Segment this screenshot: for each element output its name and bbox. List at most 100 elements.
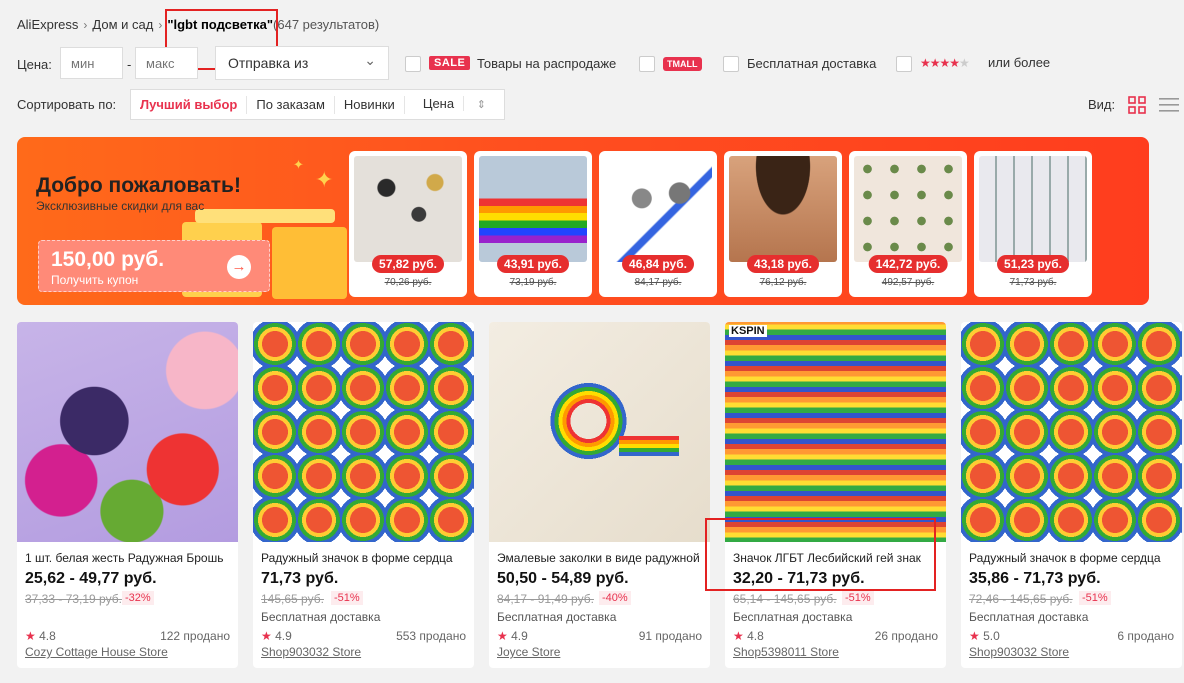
chevron-right-icon: › bbox=[83, 17, 88, 32]
list-view-icon[interactable] bbox=[1159, 96, 1179, 114]
discount-badge: -51% bbox=[331, 591, 363, 605]
product-title[interactable]: Радужный значок в форме сердца bbox=[261, 551, 467, 565]
store-link[interactable]: Joyce Store bbox=[497, 645, 560, 659]
product-price: 71,73 руб. bbox=[261, 570, 339, 587]
sort-orders[interactable]: По заказам bbox=[247, 95, 335, 114]
sparkle-icon: ✦ bbox=[315, 167, 334, 192]
product-image bbox=[253, 322, 474, 542]
product-card[interactable]: Радужный значок в форме сердца 35,86 - 7… bbox=[961, 322, 1182, 668]
product-price: 35,86 - 71,73 руб. bbox=[969, 570, 1101, 587]
sold-count: 6 продано bbox=[1117, 629, 1174, 643]
shipping-info: Бесплатная доставка bbox=[969, 610, 1089, 624]
product-rating: ★ 4.9 bbox=[497, 629, 528, 643]
breadcrumb: AliExpress › Дом и сад › "lgbt подсветка… bbox=[17, 17, 379, 32]
discount-badge: -51% bbox=[1079, 591, 1111, 605]
store-link[interactable]: Shop903032 Store bbox=[969, 645, 1069, 659]
star-icon: ★ bbox=[261, 629, 272, 643]
ship-from-select[interactable]: Отправка из ⌄ bbox=[215, 46, 389, 80]
product-image bbox=[479, 156, 587, 262]
discount-badge: -32% bbox=[122, 591, 154, 605]
product-card[interactable]: Эмалевые заколки в виде радужной 50,50 -… bbox=[489, 322, 710, 668]
product-old-price: 37,33 - 73,19 руб. bbox=[25, 592, 122, 606]
price-min-input[interactable] bbox=[60, 47, 123, 79]
product-card[interactable]: KSPIN Значок ЛГБТ Лесбийский гей знак 32… bbox=[725, 322, 946, 668]
sold-count: 553 продано bbox=[396, 629, 466, 643]
sort-best-match[interactable]: Лучший выбор bbox=[131, 95, 248, 114]
coupon-button[interactable]: 150,00 руб. Получить купон → bbox=[38, 240, 270, 292]
banner-product-card[interactable]: 43,91 руб. 73,19 руб. bbox=[474, 151, 592, 297]
sort-price[interactable]: Цена ⇕ bbox=[405, 95, 504, 114]
breadcrumb-category[interactable]: Дом и сад bbox=[92, 17, 153, 32]
discount-badge: -40% bbox=[599, 591, 631, 605]
rating-label: или более bbox=[988, 55, 1051, 70]
star-icon: ★ bbox=[969, 629, 980, 643]
chevron-down-icon: ⌄ bbox=[364, 52, 376, 68]
banner-product-card[interactable]: 57,82 руб. 70,26 руб. bbox=[349, 151, 467, 297]
banner-subtitle: Эксклюзивные скидки для вас bbox=[36, 199, 205, 213]
star-icon: ★ bbox=[497, 629, 508, 643]
product-old-price: 65,14 - 145,65 руб. bbox=[733, 592, 837, 606]
banner-price: 57,82 руб. bbox=[372, 255, 444, 273]
price-label: Цена: bbox=[17, 57, 52, 72]
store-link[interactable]: Shop903032 Store bbox=[261, 645, 361, 659]
ship-from-value: Отправка из bbox=[228, 55, 309, 71]
brand-label: KSPIN bbox=[729, 325, 767, 337]
product-title[interactable]: Значок ЛГБТ Лесбийский гей знак bbox=[733, 551, 939, 565]
free-shipping-checkbox[interactable] bbox=[723, 56, 739, 72]
banner-product-card[interactable]: 43,18 руб. 76,12 руб. bbox=[724, 151, 842, 297]
shipping-info: Бесплатная доставка bbox=[497, 610, 617, 624]
product-price: 32,20 - 71,73 руб. bbox=[733, 570, 865, 587]
free-shipping-label: Бесплатная доставка bbox=[747, 56, 877, 71]
sort-newest[interactable]: Новинки bbox=[335, 95, 405, 114]
banner-old-price: 84,17 руб. bbox=[634, 277, 682, 288]
banner-old-price: 76,12 руб. bbox=[759, 277, 807, 288]
arrow-right-icon: → bbox=[227, 255, 251, 279]
product-card[interactable]: Радужный значок в форме сердца 71,73 руб… bbox=[253, 322, 474, 668]
sale-badge: SALE bbox=[429, 56, 471, 70]
gift-box-decoration bbox=[272, 227, 347, 299]
store-link[interactable]: Shop5398011 Store bbox=[733, 645, 839, 659]
banner-old-price: 71,73 руб. bbox=[1009, 277, 1057, 288]
sparkle-icon: ✦ bbox=[293, 157, 304, 172]
breadcrumb-home[interactable]: AliExpress bbox=[17, 17, 78, 32]
coupon-action: Получить купон bbox=[51, 273, 139, 287]
product-old-price: 72,46 - 145,65 руб. bbox=[969, 592, 1073, 606]
star-icon: ★ bbox=[733, 629, 744, 643]
store-link[interactable]: Cozy Cottage House Store bbox=[25, 645, 168, 659]
product-image bbox=[489, 322, 710, 542]
sale-checkbox[interactable] bbox=[405, 56, 421, 72]
banner-price: 51,23 руб. bbox=[997, 255, 1069, 273]
banner-price: 46,84 руб. bbox=[622, 255, 694, 273]
product-image bbox=[961, 322, 1182, 542]
banner-product-card[interactable]: 46,84 руб. 84,17 руб. bbox=[599, 151, 717, 297]
banner-price: 142,72 руб. bbox=[868, 255, 948, 273]
sort-options: Лучший выбор По заказам Новинки Цена ⇕ bbox=[130, 89, 505, 120]
gift-ribbon-decoration bbox=[195, 209, 335, 223]
product-title[interactable]: Радужный значок в форме сердца bbox=[969, 551, 1175, 565]
banner-product-card[interactable]: 51,23 руб. 71,73 руб. bbox=[974, 151, 1092, 297]
banner-title: Добро пожаловать! bbox=[36, 174, 241, 197]
product-image bbox=[729, 156, 837, 262]
sold-count: 91 продано bbox=[638, 629, 702, 643]
discount-badge: -51% bbox=[842, 591, 874, 605]
rating-checkbox[interactable] bbox=[896, 56, 912, 72]
product-price: 50,50 - 54,89 руб. bbox=[497, 570, 629, 587]
grid-view-icon[interactable] bbox=[1128, 96, 1146, 114]
price-max-input[interactable] bbox=[135, 47, 198, 79]
product-card[interactable]: 1 шт. белая жесть Радужная Брошь 25,62 -… bbox=[17, 322, 238, 668]
product-old-price: 84,17 - 91,49 руб. bbox=[497, 592, 594, 606]
sort-label: Сортировать по: bbox=[17, 97, 117, 112]
tmall-checkbox[interactable] bbox=[639, 56, 655, 72]
product-title[interactable]: Эмалевые заколки в виде радужной bbox=[497, 551, 703, 565]
product-rating: ★ 4.8 bbox=[733, 629, 764, 643]
shipping-info: Бесплатная доставка bbox=[733, 610, 853, 624]
product-title[interactable]: 1 шт. белая жесть Радужная Брошь bbox=[25, 551, 231, 565]
star-icon: ★ bbox=[25, 629, 36, 643]
product-image bbox=[354, 156, 462, 262]
shipping-info: Бесплатная доставка bbox=[261, 610, 381, 624]
product-old-price: 145,65 руб. bbox=[261, 592, 324, 606]
banner-product-card[interactable]: 142,72 руб. 492,57 руб. bbox=[849, 151, 967, 297]
sort-arrows-icon: ⇕ bbox=[476, 99, 486, 111]
banner-old-price: 492,57 руб. bbox=[881, 277, 935, 288]
product-rating: ★ 5.0 bbox=[969, 629, 1000, 643]
